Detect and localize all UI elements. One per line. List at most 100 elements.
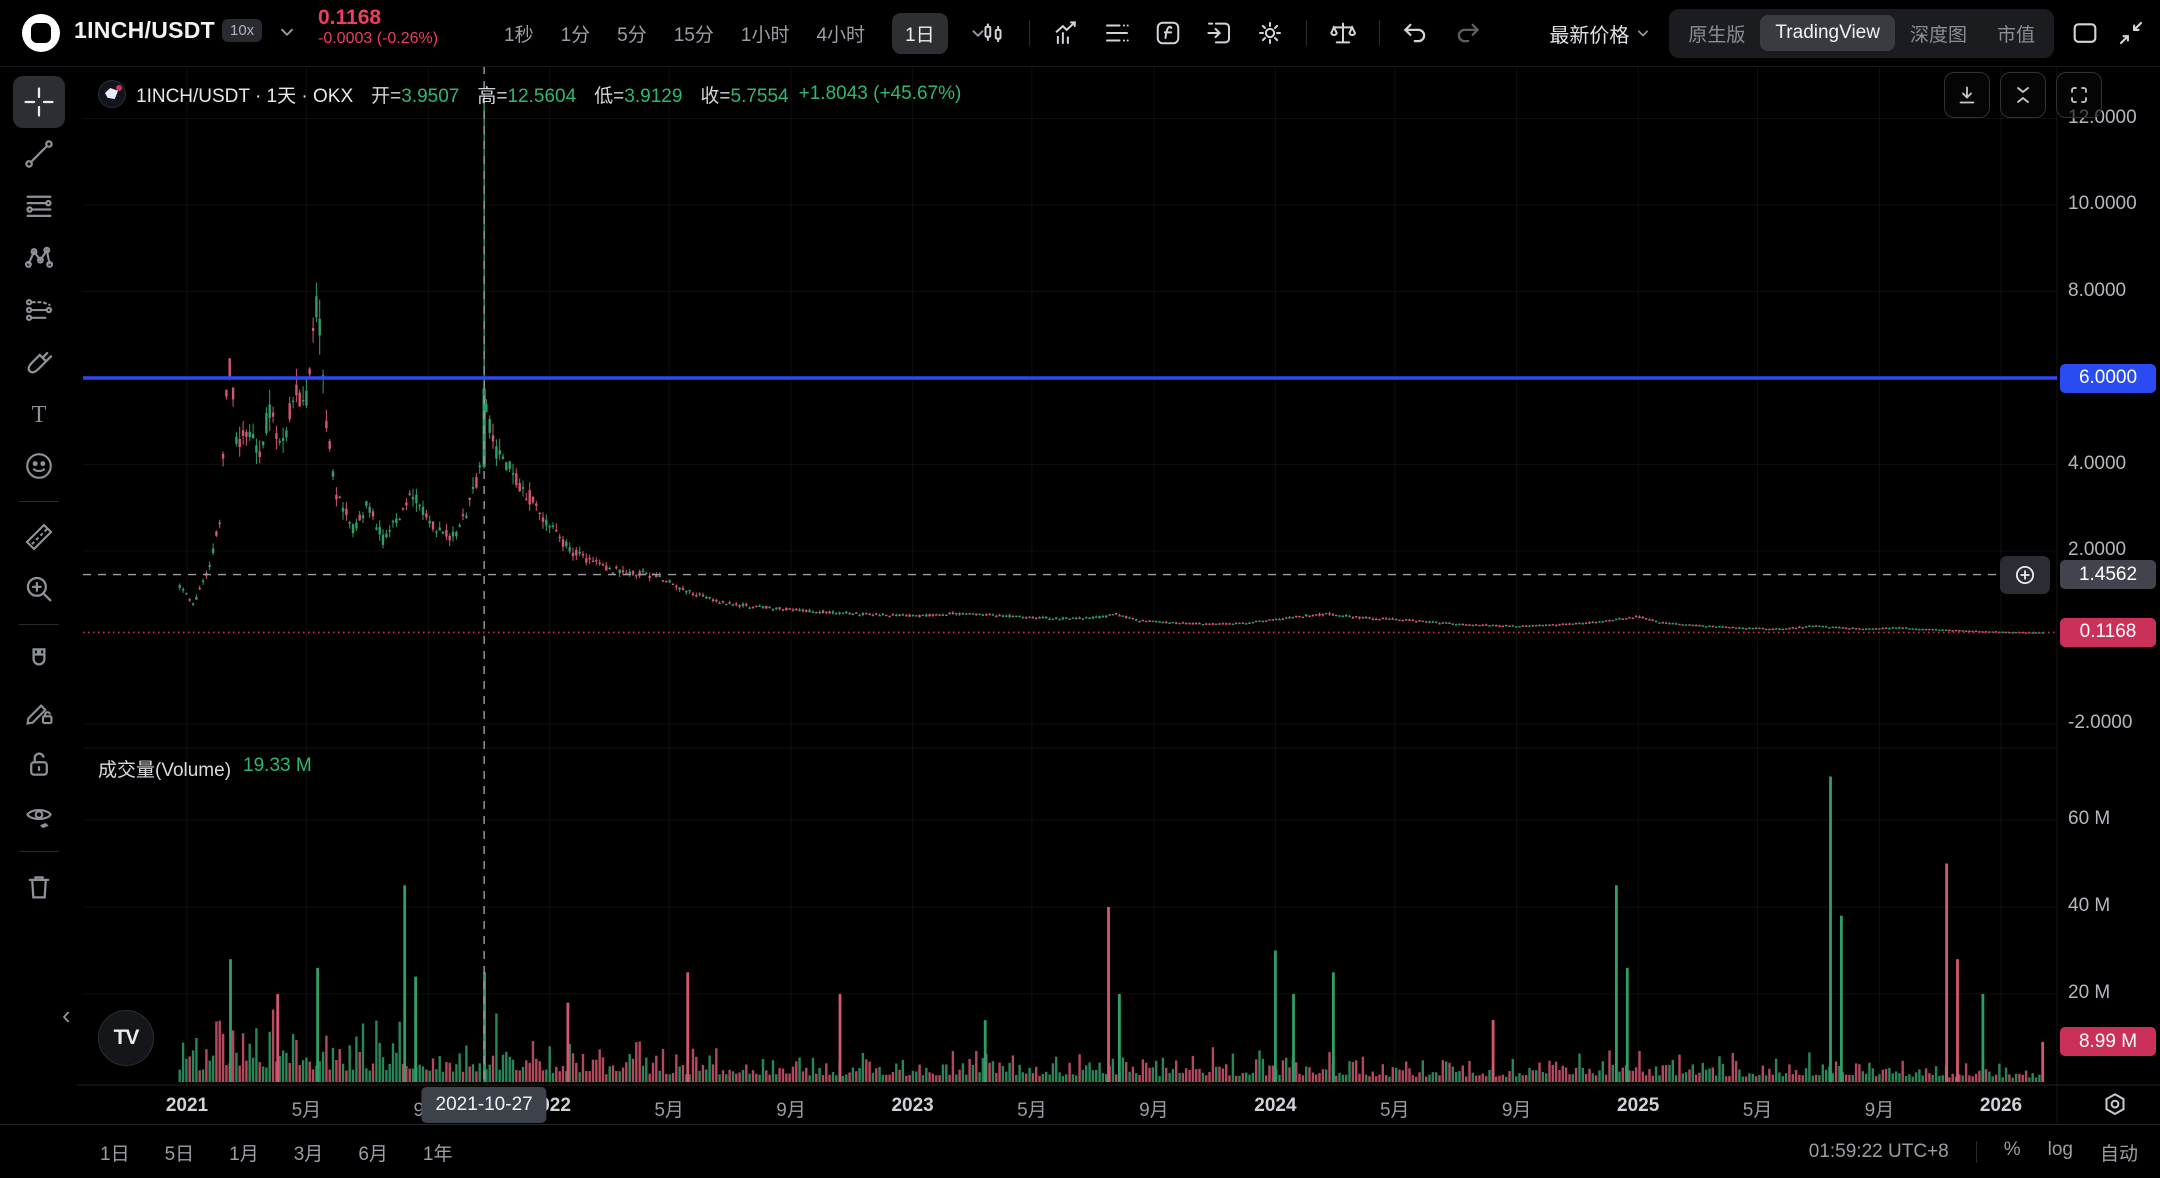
view-tab-原生版[interactable]: 原生版 [1673, 13, 1760, 54]
symbol-chevron-down-icon[interactable] [276, 21, 298, 43]
projection-tool[interactable] [13, 284, 65, 336]
fullscreen-button[interactable] [2056, 72, 2102, 118]
time-tick: 9月 [1865, 1095, 1895, 1122]
volume-tick: 60 M [2068, 808, 2110, 830]
scale-button-%[interactable]: % [2004, 1139, 2021, 1166]
drawing-lock-tool[interactable] [13, 686, 65, 738]
time-tick: 5月 [1017, 1095, 1047, 1122]
collapse-window-icon[interactable] [2116, 18, 2146, 48]
divider [1379, 20, 1380, 46]
timeframe-1秒[interactable]: 1秒 [504, 20, 534, 47]
price-tick: 8.0000 [2068, 280, 2126, 302]
divider [1029, 20, 1030, 46]
magnet-tool[interactable] [13, 634, 65, 686]
volume-value: 19.33 M [243, 755, 312, 782]
leverage-badge[interactable]: 10x [222, 19, 262, 42]
crosshair-date-tooltip: 2021-10-27 [422, 1087, 547, 1123]
compare-scales-icon[interactable] [1328, 18, 1358, 48]
lock-all-tool[interactable] [13, 738, 65, 790]
time-tick: 9月 [1139, 1095, 1169, 1122]
toolbar-collapse-chevron[interactable]: ‹ [62, 1000, 71, 1031]
emoji-tool[interactable] [13, 440, 65, 492]
download-chart-button[interactable] [1944, 72, 1990, 118]
time-axis[interactable]: 20215月9月20225月9月20235月9月20245月9月20255月9月… [0, 1086, 2160, 1124]
collapse-pane-button[interactable] [2000, 72, 2046, 118]
axis-settings-icon[interactable] [2100, 1090, 2130, 1120]
clock[interactable]: 01:59:22 UTC+8 [1809, 1141, 1949, 1163]
chart-canvas[interactable] [0, 0, 2160, 1178]
range-5日[interactable]: 5日 [165, 1139, 195, 1166]
app-logo-icon[interactable] [22, 14, 60, 52]
fib-lines-tool[interactable] [13, 180, 65, 232]
open-label: 开= [371, 86, 401, 107]
tradingview-logo[interactable]: TV [98, 1010, 154, 1066]
range-1年[interactable]: 1年 [423, 1139, 453, 1166]
text-tool[interactable]: T [13, 388, 65, 440]
redo-icon[interactable] [1452, 18, 1482, 48]
settings-gear-icon[interactable] [1255, 18, 1285, 48]
scale-button-自动[interactable]: 自动 [2100, 1139, 2138, 1166]
legend-title: 1INCH/USDT · 1天 · OKX [136, 81, 353, 108]
trend-line-tool[interactable] [13, 128, 65, 180]
replay-icon[interactable] [1204, 18, 1234, 48]
range-1日[interactable]: 1日 [100, 1139, 130, 1166]
last-price-badge[interactable]: 0.1168 [2060, 618, 2156, 647]
bottom-right-group: 01:59:22 UTC+8 % log 自动 [1809, 1139, 2138, 1166]
range-6月[interactable]: 6月 [358, 1139, 388, 1166]
undo-icon[interactable] [1401, 18, 1431, 48]
volume-tick: 40 M [2068, 895, 2110, 917]
price-block: 0.1168 -0.0003 (-0.26%) [318, 6, 438, 49]
time-tick: 9月 [1502, 1095, 1532, 1122]
price-tick: 4.0000 [2068, 453, 2126, 475]
symbol-title[interactable]: 1INCH/USDT [74, 17, 215, 44]
time-tick: 5月 [1743, 1095, 1773, 1122]
timeframe-active[interactable]: 1日 [892, 13, 948, 54]
legend-change: +1.8043 (+45.67%) [799, 83, 962, 105]
hide-drawings-tool[interactable] [13, 790, 65, 842]
timeframe-4小时[interactable]: 4小时 [816, 20, 865, 47]
candles-icon[interactable] [978, 18, 1008, 48]
top-bar: 1INCH/USDT 10x 0.1168 -0.0003 (-0.26%) 1… [0, 0, 2160, 67]
chart-legend[interactable]: 1INCH/USDT · 1天 · OKX 开=3.9507 高=12.5604… [98, 80, 961, 108]
alert-price-badge[interactable]: 6.0000 [2060, 364, 2156, 393]
range-3月[interactable]: 3月 [294, 1139, 324, 1166]
drawing-toolbar: T [0, 66, 77, 1124]
fx-template-icon[interactable] [1153, 18, 1183, 48]
time-tick: 2023 [891, 1095, 933, 1117]
time-tick: 2026 [1980, 1095, 2022, 1117]
view-tab-TradingView[interactable]: TradingView [1760, 15, 1895, 51]
crosshair-tool[interactable] [13, 76, 65, 128]
xabcd-pattern-tool[interactable] [13, 232, 65, 284]
volume-tick: 20 M [2068, 982, 2110, 1004]
top-right-group: 最新价格 原生版TradingView深度图市值 [1549, 0, 2146, 66]
indicators-icon[interactable] [1051, 18, 1081, 48]
range-1月[interactable]: 1月 [229, 1139, 259, 1166]
price-mode-dropdown[interactable]: 最新价格 [1549, 19, 1653, 48]
brush-tool[interactable] [13, 336, 65, 388]
view-tab-市值[interactable]: 市值 [1982, 13, 2050, 54]
time-tick: 2024 [1254, 1095, 1296, 1117]
delete-drawings-tool[interactable] [13, 861, 65, 913]
divider [1306, 20, 1307, 46]
last-volume-badge: 8.99 M [2060, 1027, 2156, 1056]
crosshair-price-badge: 1.4562 [2060, 560, 2156, 589]
close-label: 收= [700, 86, 730, 107]
crosshair-plus-button[interactable] [2000, 556, 2050, 594]
coin-icon [98, 80, 126, 108]
timeframe-1分[interactable]: 1分 [561, 20, 591, 47]
zoom-in-tool[interactable] [13, 563, 65, 615]
timeframe-1小时[interactable]: 1小时 [741, 20, 790, 47]
price-change: -0.0003 (-0.26%) [318, 30, 438, 48]
drawing-templates-icon[interactable] [1102, 18, 1132, 48]
timeframe-15分[interactable]: 15分 [674, 20, 714, 47]
ruler-tool[interactable] [13, 511, 65, 563]
divider [19, 501, 59, 502]
time-tick: 5月 [292, 1095, 322, 1122]
view-tab-深度图[interactable]: 深度图 [1895, 13, 1982, 54]
volume-legend[interactable]: 成交量(Volume) 19.33 M [98, 755, 312, 782]
scale-button-log[interactable]: log [2048, 1139, 2073, 1166]
view-tabs: 原生版TradingView深度图市值 [1669, 9, 2054, 58]
panel-toggle-icon[interactable] [2070, 18, 2100, 48]
close-value: 5.7554 [731, 86, 789, 107]
timeframe-5分[interactable]: 5分 [617, 20, 647, 47]
